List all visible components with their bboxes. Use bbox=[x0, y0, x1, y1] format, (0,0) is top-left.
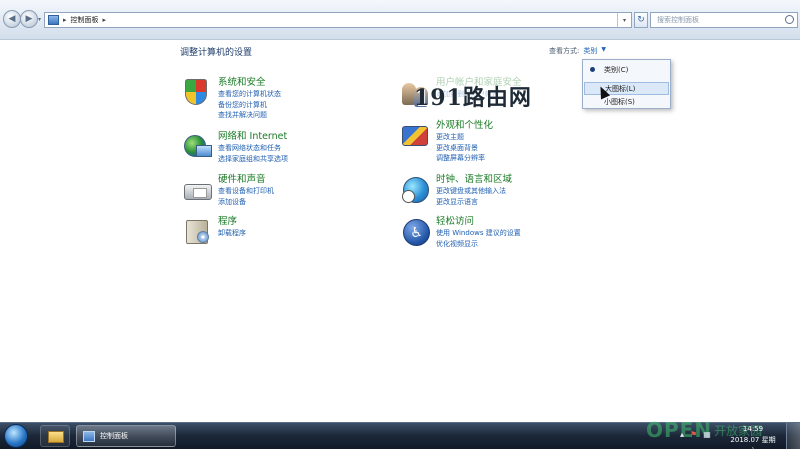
network-icon[interactable] bbox=[182, 131, 214, 163]
link-troubleshoot[interactable]: 查找并解决问题 bbox=[218, 110, 281, 121]
appearance-icon[interactable] bbox=[400, 120, 432, 152]
category-network-internet: 网络和 Internet 查看网络状态和任务 选择家庭组和共享选项 bbox=[182, 131, 288, 164]
network-tray-icon[interactable]: ▦ bbox=[703, 430, 711, 439]
taskbar-control-panel-button[interactable]: 控制面板 bbox=[76, 425, 176, 447]
breadcrumb-separator[interactable]: ▸ bbox=[63, 16, 67, 24]
link-add-device[interactable]: 添加设备 bbox=[218, 197, 274, 208]
category-title[interactable]: 网络和 Internet bbox=[218, 131, 288, 143]
category-title[interactable]: 系统和安全 bbox=[218, 77, 281, 89]
menu-item-small-icons[interactable]: 小图标(S) bbox=[584, 95, 669, 108]
menu-item-label: 类别(C) bbox=[604, 65, 629, 74]
accessibility-icon[interactable]: ♿ bbox=[400, 216, 432, 248]
menu-item-category[interactable]: 类别(C) bbox=[584, 63, 669, 76]
action-center-flag-icon[interactable]: ⚑ bbox=[690, 430, 697, 439]
watermark-text: 191路由网 bbox=[414, 85, 532, 111]
category-title[interactable]: 外观和个性化 bbox=[436, 120, 493, 132]
category-ease-of-access: ♿ 轻松访问 使用 Windows 建议的设置 优化视频显示 bbox=[400, 216, 521, 249]
folder-icon bbox=[48, 431, 64, 443]
refresh-icon: ↻ bbox=[637, 15, 645, 25]
taskbar-explorer-button[interactable] bbox=[40, 425, 70, 447]
category-title[interactable]: 硬件和声音 bbox=[218, 174, 274, 186]
search-placeholder: 搜索控制面板 bbox=[657, 16, 699, 24]
view-by-menu: 类别(C) 大图标(L) 小图标(S) bbox=[582, 59, 671, 109]
link-devices-printers[interactable]: 查看设备和打印机 bbox=[218, 186, 274, 197]
link-optimize-display[interactable]: 优化视频显示 bbox=[436, 239, 521, 250]
category-title[interactable]: 程序 bbox=[218, 216, 246, 228]
system-tray: ▴ ⚑ ▦ bbox=[680, 430, 711, 439]
address-toolbar: ◀ ▶ ▾ ▸ 控制面板 ▸ ▾ ↻ 搜索控制面板 bbox=[0, 0, 800, 40]
forward-button[interactable]: ▶ bbox=[20, 10, 38, 28]
link-change-background[interactable]: 更改桌面背景 bbox=[436, 143, 493, 154]
page-title: 调整计算机的设置 bbox=[180, 48, 253, 58]
address-bar[interactable]: ▸ 控制面板 ▸ ▾ bbox=[44, 12, 632, 28]
radio-selected-icon bbox=[590, 67, 595, 72]
taskbar-window-label: 控制面板 bbox=[100, 432, 128, 440]
shield-icon[interactable] bbox=[182, 77, 214, 109]
clock-icon[interactable] bbox=[400, 174, 432, 206]
link-homegroup-sharing[interactable]: 选择家庭组和共享选项 bbox=[218, 154, 288, 165]
link-change-display-language[interactable]: 更改显示语言 bbox=[436, 197, 512, 208]
category-system-security: 系统和安全 查看您的计算机状态 备份您的计算机 查找并解决问题 bbox=[182, 77, 281, 121]
category-hardware-sound: 硬件和声音 查看设备和打印机 添加设备 bbox=[182, 174, 274, 207]
search-icon[interactable] bbox=[785, 15, 794, 24]
printer-icon[interactable] bbox=[182, 174, 214, 206]
link-screen-resolution[interactable]: 调整屏幕分辨率 bbox=[436, 153, 493, 164]
back-arrow-icon: ◀ bbox=[8, 14, 16, 24]
control-panel-icon bbox=[48, 15, 59, 25]
category-programs: 程序 卸载程序 bbox=[182, 216, 246, 248]
refresh-button[interactable]: ↻ bbox=[634, 12, 648, 28]
control-panel-icon bbox=[83, 430, 95, 442]
tray-up-arrow-icon[interactable]: ▴ bbox=[680, 430, 684, 439]
show-desktop-button[interactable] bbox=[786, 423, 800, 449]
search-input[interactable]: 搜索控制面板 bbox=[650, 12, 798, 28]
category-appearance: 外观和个性化 更改主题 更改桌面背景 调整屏幕分辨率 bbox=[400, 120, 493, 164]
clock-time: 14:59 bbox=[742, 425, 764, 433]
view-by-selector[interactable]: 类别 bbox=[583, 46, 597, 56]
programs-icon[interactable] bbox=[182, 216, 214, 248]
menu-item-label: 大图标(L) bbox=[605, 84, 636, 93]
watermark: 191路由网 bbox=[414, 80, 532, 112]
category-clock-language-region: 时钟、语言和区域 更改键盘或其他输入法 更改显示语言 bbox=[400, 174, 512, 207]
back-button[interactable]: ◀ bbox=[3, 10, 21, 28]
link-view-computer-status[interactable]: 查看您的计算机状态 bbox=[218, 89, 281, 100]
link-change-theme[interactable]: 更改主题 bbox=[436, 132, 493, 143]
link-network-status[interactable]: 查看网络状态和任务 bbox=[218, 143, 288, 154]
link-backup-computer[interactable]: 备份您的计算机 bbox=[218, 100, 281, 111]
breadcrumb-control-panel[interactable]: 控制面板 bbox=[71, 15, 99, 25]
link-recommended-settings[interactable]: 使用 Windows 建议的设置 bbox=[436, 228, 521, 239]
forward-arrow-icon: ▶ bbox=[25, 14, 33, 24]
breadcrumb-separator-end[interactable]: ▸ bbox=[103, 16, 107, 24]
category-title[interactable]: 时钟、语言和区域 bbox=[436, 174, 512, 186]
menu-item-label: 小图标(S) bbox=[604, 97, 635, 106]
link-uninstall-program[interactable]: 卸载程序 bbox=[218, 228, 246, 239]
start-button[interactable] bbox=[4, 424, 28, 448]
taskbar-clock[interactable]: 14:59 2018.07 星期六 bbox=[728, 424, 778, 449]
clock-date: 2018.07 星期六 bbox=[730, 436, 776, 449]
category-title[interactable]: 轻松访问 bbox=[436, 216, 521, 228]
view-by-label: 查看方式: bbox=[549, 47, 580, 55]
chevron-down-icon[interactable]: ▼ bbox=[601, 46, 606, 56]
link-change-input-method[interactable]: 更改键盘或其他输入法 bbox=[436, 186, 512, 197]
view-by: 查看方式: 类别 ▼ bbox=[549, 46, 606, 56]
address-history-dropdown[interactable]: ▾ bbox=[617, 13, 631, 27]
